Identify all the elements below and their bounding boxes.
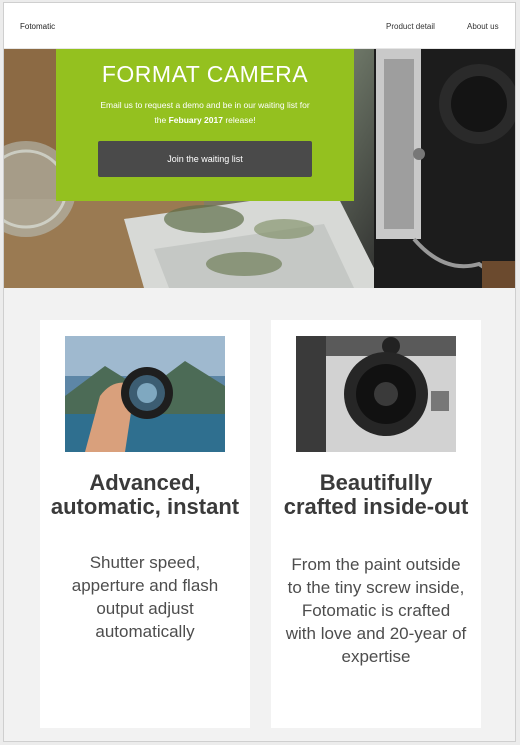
hero-description: Email us to request a demo and be in our…: [100, 100, 310, 125]
feature-title: Beautifully crafted inside-out: [283, 470, 469, 519]
feature-title: Advanced, automatic, instant: [50, 470, 240, 519]
feature-card-crafted: Beautifully crafted inside-out From the …: [271, 320, 481, 728]
feature-description: From the paint outside to the tiny screw…: [285, 555, 467, 666]
top-navbar: Fotomatic Product detail About us: [4, 3, 515, 49]
feature-description: Shutter speed, apperture and flash outpu…: [71, 553, 219, 641]
nav-link-about-us[interactable]: About us: [467, 22, 499, 31]
page-frame: Fotomatic Product detail About us FORMAT…: [3, 2, 516, 742]
camera-lens-closeup-image: [296, 336, 456, 452]
feature-card-advanced: Advanced, automatic, instant Shutter spe…: [40, 320, 250, 728]
hand-holding-lens-image: [65, 336, 225, 452]
hero-card: FORMAT CAMERA Email us to request a demo…: [56, 49, 354, 201]
hero-section: FORMAT CAMERA Email us to request a demo…: [4, 49, 515, 288]
join-waiting-list-button[interactable]: Join the waiting list: [98, 141, 312, 177]
nav-link-product-detail[interactable]: Product detail: [386, 22, 435, 31]
brand-logo[interactable]: Fotomatic: [20, 22, 55, 31]
hero-title: FORMAT CAMERA: [101, 61, 309, 87]
